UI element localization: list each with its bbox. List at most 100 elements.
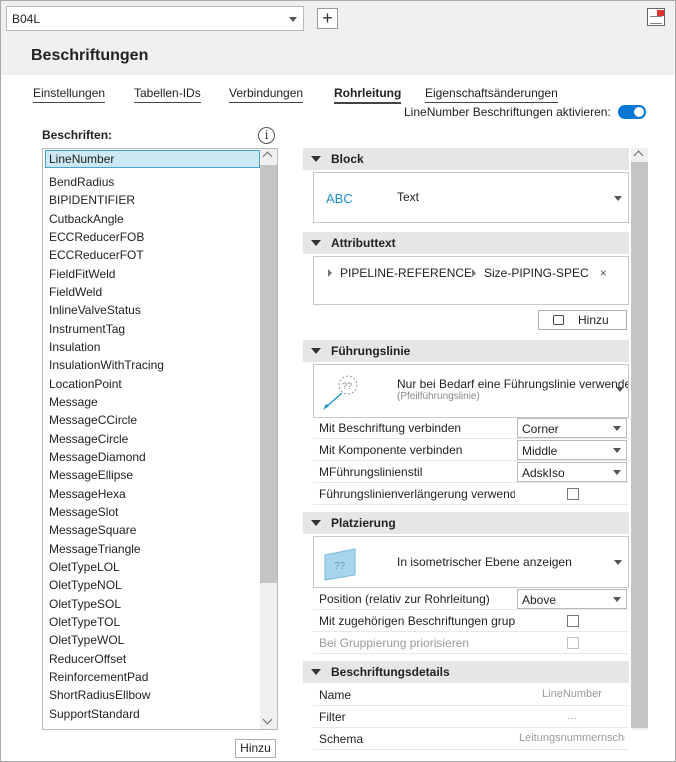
add-attribute-button[interactable]: Hinzu — [538, 310, 627, 330]
position-dropdown[interactable]: Above — [517, 589, 627, 609]
add-style-button[interactable]: + — [317, 8, 338, 29]
list-item[interactable]: FieldFitWeld — [43, 265, 259, 283]
prop-label: Mit Beschriftung verbinden — [319, 421, 462, 435]
scroll-up-icon[interactable] — [262, 151, 273, 162]
leader-arrow-icon: ?? — [323, 375, 358, 410]
prop-row-group-labels: Mit zugehörigen Beschriftungen gruppiere… — [313, 610, 629, 632]
list-item[interactable]: Message — [43, 393, 259, 411]
leader-option-title: Nur bei Bedarf eine Führungslinie verwen… — [397, 377, 629, 391]
chip-label: Size-PIPING-SPEC — [484, 266, 589, 280]
scroll-up-icon[interactable] — [633, 150, 644, 161]
list-item[interactable]: ECCReducerFOT — [43, 246, 259, 264]
chevron-down-icon — [616, 387, 624, 392]
collapse-caret-icon — [311, 348, 321, 354]
list-item[interactable]: MessageCircle — [43, 430, 259, 448]
insert-field-icon — [553, 315, 564, 325]
prop-row-mleader-style: MFührungslinienstil AdskIso — [313, 461, 629, 483]
list-item[interactable]: InsulationWithTracing — [43, 356, 259, 374]
list-item[interactable]: MessageSlot — [43, 503, 259, 521]
enable-labels-toggle[interactable] — [618, 105, 646, 119]
list-item[interactable]: LineNumber — [45, 150, 260, 168]
prop-row-group-priority: Bei Gruppierung priorisieren — [313, 632, 629, 654]
dropdown-value: Above — [522, 593, 557, 607]
section-header-fuehrungslinie[interactable]: Führungslinie — [303, 340, 629, 362]
labels-list-scrollbar[interactable] — [260, 149, 277, 729]
prop-row-position: Position (relativ zur Rohrleitung) Above — [313, 588, 629, 610]
section-header-attributtext[interactable]: Attributtext — [303, 232, 629, 254]
section-header-block[interactable]: Block — [303, 148, 629, 170]
section-header-platzierung[interactable]: Platzierung — [303, 512, 629, 534]
page-title: Beschriftungen — [31, 47, 149, 64]
list-item[interactable]: BIPIDENTIFIER — [43, 191, 259, 209]
list-item[interactable]: InlineValveStatus — [43, 301, 259, 319]
attribute-chip[interactable]: Size-PIPING-SPEC × — [472, 264, 607, 282]
list-item[interactable]: LocationPoint — [43, 375, 259, 393]
list-item[interactable]: OletTypeSOL — [43, 595, 259, 613]
excel-export-icon-grid — [650, 16, 662, 24]
list-item[interactable]: SupportStandard — [43, 705, 259, 723]
tab-rohrleitung[interactable]: Rohrleitung — [334, 86, 402, 104]
plane-icon-mark: ?? — [334, 561, 346, 572]
labels-list[interactable]: LineNumber BendRadius BIPIDENTIFIER Cutback… — [42, 148, 278, 730]
mleader-style-dropdown[interactable]: AdskIso — [517, 462, 627, 482]
block-value: Text — [397, 190, 420, 204]
list-item[interactable]: OletTypeTOL — [43, 613, 259, 631]
collapse-caret-icon — [311, 669, 321, 675]
leader-icon-mark: ?? — [342, 381, 352, 391]
leader-extension-checkbox[interactable] — [567, 488, 579, 500]
prop-label: Filter — [319, 710, 346, 724]
excel-export-icon[interactable] — [647, 8, 665, 26]
list-item[interactable]: InstrumentTag — [43, 320, 259, 338]
block-selector[interactable]: ABC Text — [313, 172, 629, 223]
component-attach-dropdown[interactable]: Middle — [517, 440, 627, 460]
leader-option-selector[interactable]: ?? Nur bei Bedarf eine Führungslinie ver… — [313, 364, 629, 418]
style-combobox[interactable]: B04L — [6, 6, 304, 31]
group-priority-checkbox — [567, 637, 579, 649]
attribute-text-field[interactable]: PIPELINE-REFERENCE- Size-PIPING-SPEC × — [313, 256, 629, 305]
list-item[interactable]: MessageSquare — [43, 521, 259, 539]
list-item[interactable]: MessageTriangle — [43, 540, 259, 558]
prop-label: MFührungslinienstil — [319, 465, 423, 479]
list-item[interactable]: OletTypeNOL — [43, 576, 259, 594]
list-item[interactable]: ECCReducerFOB — [43, 228, 259, 246]
list-item[interactable]: MessageEllipse — [43, 466, 259, 484]
group-labels-checkbox[interactable] — [567, 615, 579, 627]
style-combobox-value: B04L — [12, 12, 41, 26]
list-item[interactable]: CutbackAngle — [43, 210, 259, 228]
tab-tabellen-ids[interactable]: Tabellen-IDs — [134, 86, 201, 103]
readonly-value: Leitungsnummernschema — [519, 732, 625, 744]
list-item[interactable]: ReinforcementPad — [43, 668, 259, 686]
readonly-value: LineNumber — [542, 688, 602, 700]
add-label-button[interactable]: Hinzu — [235, 739, 276, 758]
chevron-down-icon — [613, 597, 621, 602]
chevron-down-icon — [614, 196, 622, 201]
attribute-chip[interactable]: PIPELINE-REFERENCE- — [328, 264, 476, 282]
tab-einstellungen[interactable]: Einstellungen — [33, 86, 106, 103]
list-item[interactable]: ReducerOffset — [43, 650, 259, 668]
section-title: Beschriftungsdetails — [331, 665, 450, 679]
prop-label: Mit zugehörigen Beschriftungen gruppiere… — [319, 614, 515, 628]
scroll-thumb[interactable] — [260, 165, 277, 583]
properties-scrollbar[interactable] — [631, 148, 648, 730]
list-item[interactable]: MessageCCircle — [43, 411, 259, 429]
scroll-down-icon[interactable] — [262, 714, 273, 725]
list-item[interactable]: ShortRadiusEllbow — [43, 686, 259, 704]
list-item[interactable]: BendRadius — [43, 173, 259, 191]
tab-verbindungen[interactable]: Verbindungen — [229, 86, 304, 103]
section-header-beschriftungsdetails[interactable]: Beschriftungsdetails — [303, 661, 629, 683]
list-item[interactable]: MessageHexa — [43, 485, 259, 503]
info-icon[interactable]: i — [258, 127, 275, 144]
list-item[interactable]: FieldWeld — [43, 283, 259, 301]
filter-ellipsis-button[interactable]: ... — [519, 710, 625, 722]
prop-row-name: Name LineNumber — [313, 684, 629, 706]
placement-option-selector[interactable]: ?? In isometrischer Ebene anzeigen — [313, 536, 629, 588]
list-item[interactable]: OletTypeLOL — [43, 558, 259, 576]
scroll-thumb[interactable] — [631, 162, 648, 728]
list-item[interactable]: Insulation — [43, 338, 259, 356]
label-attach-dropdown[interactable]: Corner — [517, 418, 627, 438]
prop-label: Mit Komponente verbinden — [319, 443, 463, 457]
list-item[interactable]: MessageDiamond — [43, 448, 259, 466]
list-item[interactable]: OletTypeWOL — [43, 631, 259, 649]
remove-chip-icon[interactable]: × — [600, 266, 607, 280]
tab-eigenschaftsaenderungen[interactable]: Eigenschaftsänderungen — [425, 86, 558, 103]
